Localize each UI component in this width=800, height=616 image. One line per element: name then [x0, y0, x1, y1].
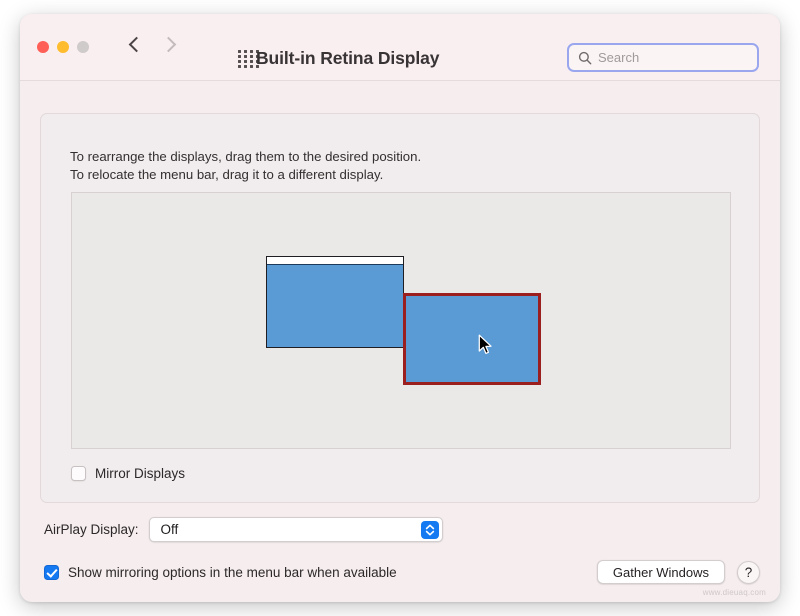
close-window-button[interactable]	[37, 41, 49, 53]
system-preferences-window: Built-in Retina Display Display Arrangem…	[20, 14, 780, 602]
display-arrangement-canvas[interactable]	[71, 192, 731, 449]
menu-bar-strip[interactable]	[267, 257, 403, 265]
page-title: Built-in Retina Display	[256, 48, 439, 69]
zoom-window-button[interactable]	[77, 41, 89, 53]
arrow-cursor-icon	[478, 334, 494, 356]
watermark-text: www.dieuaq.com	[703, 588, 766, 597]
instructions-line-1: To rearrange the displays, drag them to …	[70, 148, 421, 166]
minimize-window-button[interactable]	[57, 41, 69, 53]
primary-display[interactable]	[266, 256, 404, 348]
airplay-display-value: Off	[161, 522, 179, 537]
traffic-light-buttons	[37, 41, 89, 53]
search-icon	[578, 51, 592, 65]
search-input[interactable]	[598, 50, 774, 65]
instructions-line-2: To relocate the menu bar, drag it to a d…	[70, 166, 421, 184]
navigation-arrows	[130, 36, 174, 55]
search-field[interactable]	[567, 43, 759, 72]
chevron-right-icon[interactable]	[163, 36, 174, 55]
help-button[interactable]: ?	[737, 561, 760, 584]
secondary-display[interactable]	[403, 293, 541, 385]
chevron-up-down-icon[interactable]	[421, 521, 439, 539]
airplay-display-label: AirPlay Display:	[44, 522, 139, 537]
chevron-left-icon[interactable]	[130, 36, 141, 55]
airplay-display-row: AirPlay Display: Off	[44, 517, 443, 542]
window-titlebar: Built-in Retina Display	[20, 14, 780, 81]
show-mirroring-options-checkbox[interactable]	[44, 565, 59, 580]
show-mirroring-options-row[interactable]: Show mirroring options in the menu bar w…	[44, 565, 397, 580]
mirror-displays-row[interactable]: Mirror Displays	[71, 466, 185, 481]
instructions-text: To rearrange the displays, drag them to …	[70, 148, 421, 183]
arrangement-panel: To rearrange the displays, drag them to …	[40, 113, 760, 503]
gather-windows-button[interactable]: Gather Windows	[597, 560, 725, 584]
footer-row: Show mirroring options in the menu bar w…	[44, 557, 760, 587]
show-mirroring-options-label: Show mirroring options in the menu bar w…	[68, 565, 397, 580]
mirror-displays-checkbox[interactable]	[71, 466, 86, 481]
airplay-display-popup-button[interactable]: Off	[149, 517, 443, 542]
mirror-displays-label: Mirror Displays	[95, 466, 185, 481]
